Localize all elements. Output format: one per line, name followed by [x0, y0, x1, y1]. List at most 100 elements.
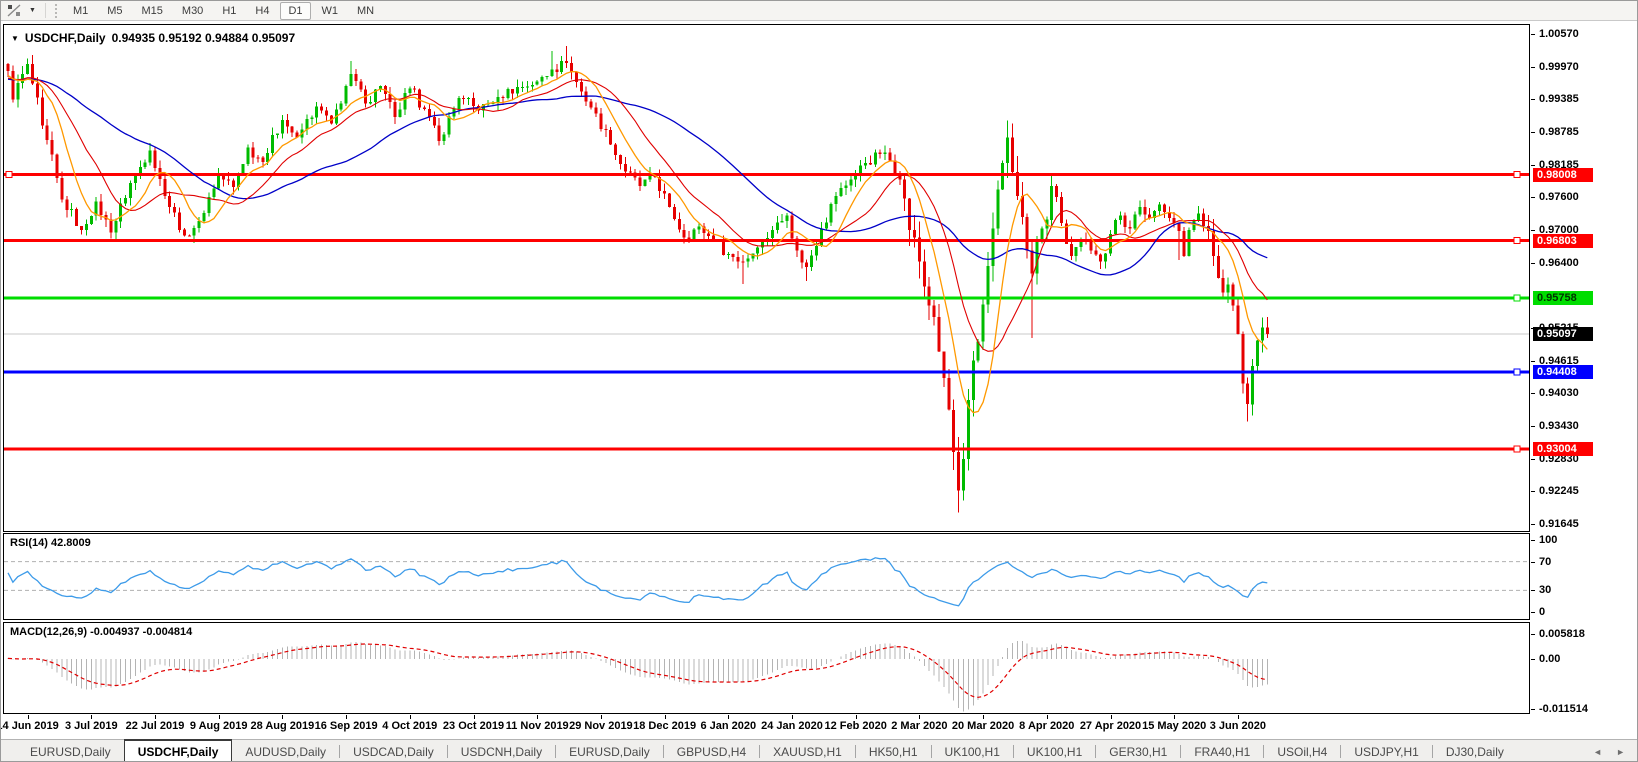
price-tick-label: 0.93430: [1539, 419, 1579, 432]
chart-tab-bar: EURUSD,Daily USDCHF,Daily AUDUSD,Daily USDC…: [1, 739, 1637, 761]
trading-terminal-window: ▼ M1 M5 M15 M30 H1 H4 D1 W1 MN ▼ USDCHF,Daily 0.…: [0, 0, 1638, 762]
date-tick-mark: [1174, 715, 1176, 719]
date-tick-mark: [855, 715, 857, 719]
axis-tick-mark: [1531, 458, 1535, 460]
date-tick-mark: [409, 715, 411, 719]
chart-tab-dj30-daily[interactable]: DJ30,Daily: [1433, 740, 1517, 761]
chart-cursor-icon[interactable]: [5, 3, 23, 19]
price-tick-label: 0.97600: [1539, 190, 1579, 203]
price-axis: 1.00570 0.99970 0.99385 0.98785 0.98185 0.976…: [1531, 21, 1637, 715]
rsi-indicator-panel[interactable]: RSI(14) 42.8009: [3, 533, 1530, 620]
date-tick-mark: [1237, 715, 1239, 719]
timeframe-toolbar: ▼ M1 M5 M15 M30 H1 H4 D1 W1 MN: [1, 1, 1637, 21]
date-tick-mark: [983, 715, 985, 719]
axis-tick-mark: [1531, 612, 1535, 613]
date-label: 3 Jun 2020: [1209, 720, 1267, 732]
chart-tab-gbpusd-h4[interactable]: GBPUSD,H4: [664, 740, 759, 761]
date-tick-mark: [91, 715, 93, 719]
timeframe-buttons: M1 M5 M15 M30 H1 H4 D1 W1 MN: [65, 1, 382, 20]
date-tick-mark: [1046, 715, 1048, 719]
axis-tick-mark: [1531, 196, 1535, 198]
chart-tab-eurusd-daily[interactable]: EURUSD,Daily: [556, 740, 663, 761]
axis-tick-mark: [1531, 590, 1535, 592]
chart-tab-fra40-h1[interactable]: FRA40,H1: [1181, 740, 1263, 761]
tab-scroll-arrows: ◄ ►: [1593, 740, 1637, 761]
chart-ohlc-values: 0.94935 0.95192 0.94884 0.95097: [111, 31, 296, 45]
date-tick-mark: [792, 715, 793, 719]
chart-tab-usoil-h4[interactable]: USOil,H4: [1264, 740, 1340, 761]
tab-scroll-right-arrow[interactable]: ►: [1616, 747, 1625, 757]
timeframe-button-h1[interactable]: H1: [214, 2, 244, 20]
axis-tick-mark: [1531, 99, 1535, 100]
chart-tab-xauusd-h1[interactable]: XAUUSD,H1: [760, 740, 855, 761]
chart-tab-hk50-h1[interactable]: HK50,H1: [856, 740, 931, 761]
date-tick-mark: [155, 715, 156, 719]
date-tick-mark: [27, 715, 29, 719]
chart-title: ▼ USDCHF,Daily 0.94935 0.95192 0.94884 0…: [11, 31, 295, 45]
timeframe-button-m1[interactable]: M1: [65, 2, 96, 20]
price-tick-label: 0.91645: [1539, 517, 1579, 530]
timeframe-button-m15[interactable]: M15: [134, 2, 171, 20]
timeframe-button-h4[interactable]: H4: [247, 2, 277, 20]
axis-tick-mark: [1531, 561, 1535, 563]
rsi-label: RSI(14) 42.8009: [10, 537, 91, 549]
toolbar-separator: [44, 3, 46, 18]
rsi-tick-label: 100: [1539, 534, 1558, 546]
hline-price-label: 0.95758: [1533, 290, 1593, 305]
price-tick-label: 0.94030: [1539, 386, 1579, 399]
axis-tick-mark: [1531, 709, 1535, 711]
axis-tick-mark: [1531, 66, 1535, 68]
chart-tab-uk100-h1[interactable]: UK100,H1: [1014, 740, 1095, 761]
main-chart-canvas[interactable]: [4, 25, 1529, 536]
axis-tick-mark: [1531, 523, 1535, 525]
price-tick-label: 0.96400: [1539, 256, 1579, 269]
chart-tab-eurusd-daily[interactable]: EURUSD,Daily: [17, 740, 124, 761]
main-chart-panel[interactable]: ▼ USDCHF,Daily 0.94935 0.95192 0.94884 0…: [3, 24, 1530, 532]
chart-symbol-period: USDCHF,Daily: [24, 31, 106, 45]
chart-tab-audusd-daily[interactable]: AUDUSD,Daily: [232, 740, 339, 761]
chart-workspace: ▼ USDCHF,Daily 0.94935 0.95192 0.94884 0…: [1, 21, 1637, 739]
date-tick-mark: [600, 715, 602, 719]
macd-canvas[interactable]: [4, 623, 1529, 718]
chart-tab-usdcad-daily[interactable]: USDCAD,Daily: [340, 740, 447, 761]
date-tick-mark: [664, 715, 666, 719]
hline-price-label: 0.93004: [1533, 442, 1593, 457]
date-tick-mark: [728, 715, 730, 719]
rsi-canvas[interactable]: [4, 534, 1529, 624]
chart-tab-usdchf-daily[interactable]: USDCHF,Daily: [123, 739, 233, 761]
axis-tick-mark: [1531, 131, 1535, 133]
axis-tick-mark: [1531, 262, 1535, 264]
timeframe-button-w1[interactable]: W1: [314, 2, 347, 20]
macd-indicator-panel[interactable]: MACD(12,26,9) -0.004937 -0.004814: [3, 622, 1530, 714]
toolbar-grip-handle[interactable]: [54, 3, 59, 18]
timeframe-button-mn[interactable]: MN: [349, 2, 382, 20]
hline-price-label: 0.98008: [1533, 167, 1593, 182]
rsi-tick-label: 0: [1539, 606, 1546, 618]
price-tick-label: 0.92245: [1539, 484, 1579, 497]
timeframe-button-m5[interactable]: M5: [99, 2, 130, 20]
chart-tab-usdcnh-daily[interactable]: USDCNH,Daily: [448, 740, 555, 761]
axis-tick-mark: [1531, 633, 1535, 635]
axis-tick-mark: [1531, 490, 1535, 492]
date-tick-mark: [537, 715, 539, 719]
symbol-dropdown-caret[interactable]: ▼: [11, 34, 19, 43]
date-tick-mark: [346, 715, 348, 719]
timeframe-button-m30[interactable]: M30: [174, 2, 211, 20]
tab-scroll-left-arrow[interactable]: ◄: [1593, 747, 1602, 757]
timeframe-button-d1[interactable]: D1: [280, 1, 311, 20]
chart-tool-dropdown-caret[interactable]: ▼: [25, 7, 40, 14]
current-price-label: 0.95097: [1533, 327, 1593, 342]
date-tick-mark: [919, 715, 921, 719]
price-tick-label: 0.99970: [1539, 60, 1579, 73]
axis-tick-mark: [1531, 229, 1535, 231]
date-tick-mark: [1110, 715, 1112, 719]
date-tick-mark: [473, 715, 475, 719]
rsi-tick-label: 30: [1539, 584, 1552, 597]
chart-tab-uk100-h1[interactable]: UK100,H1: [932, 740, 1013, 761]
date-tick-mark: [218, 715, 220, 719]
chart-tab-ger30-h1[interactable]: GER30,H1: [1096, 740, 1180, 761]
axis-tick-mark: [1531, 164, 1535, 166]
axis-tick-mark: [1531, 425, 1535, 427]
price-tick-label: 0.99385: [1539, 93, 1579, 105]
chart-tab-usdjpy-h1[interactable]: USDJPY,H1: [1341, 740, 1431, 761]
